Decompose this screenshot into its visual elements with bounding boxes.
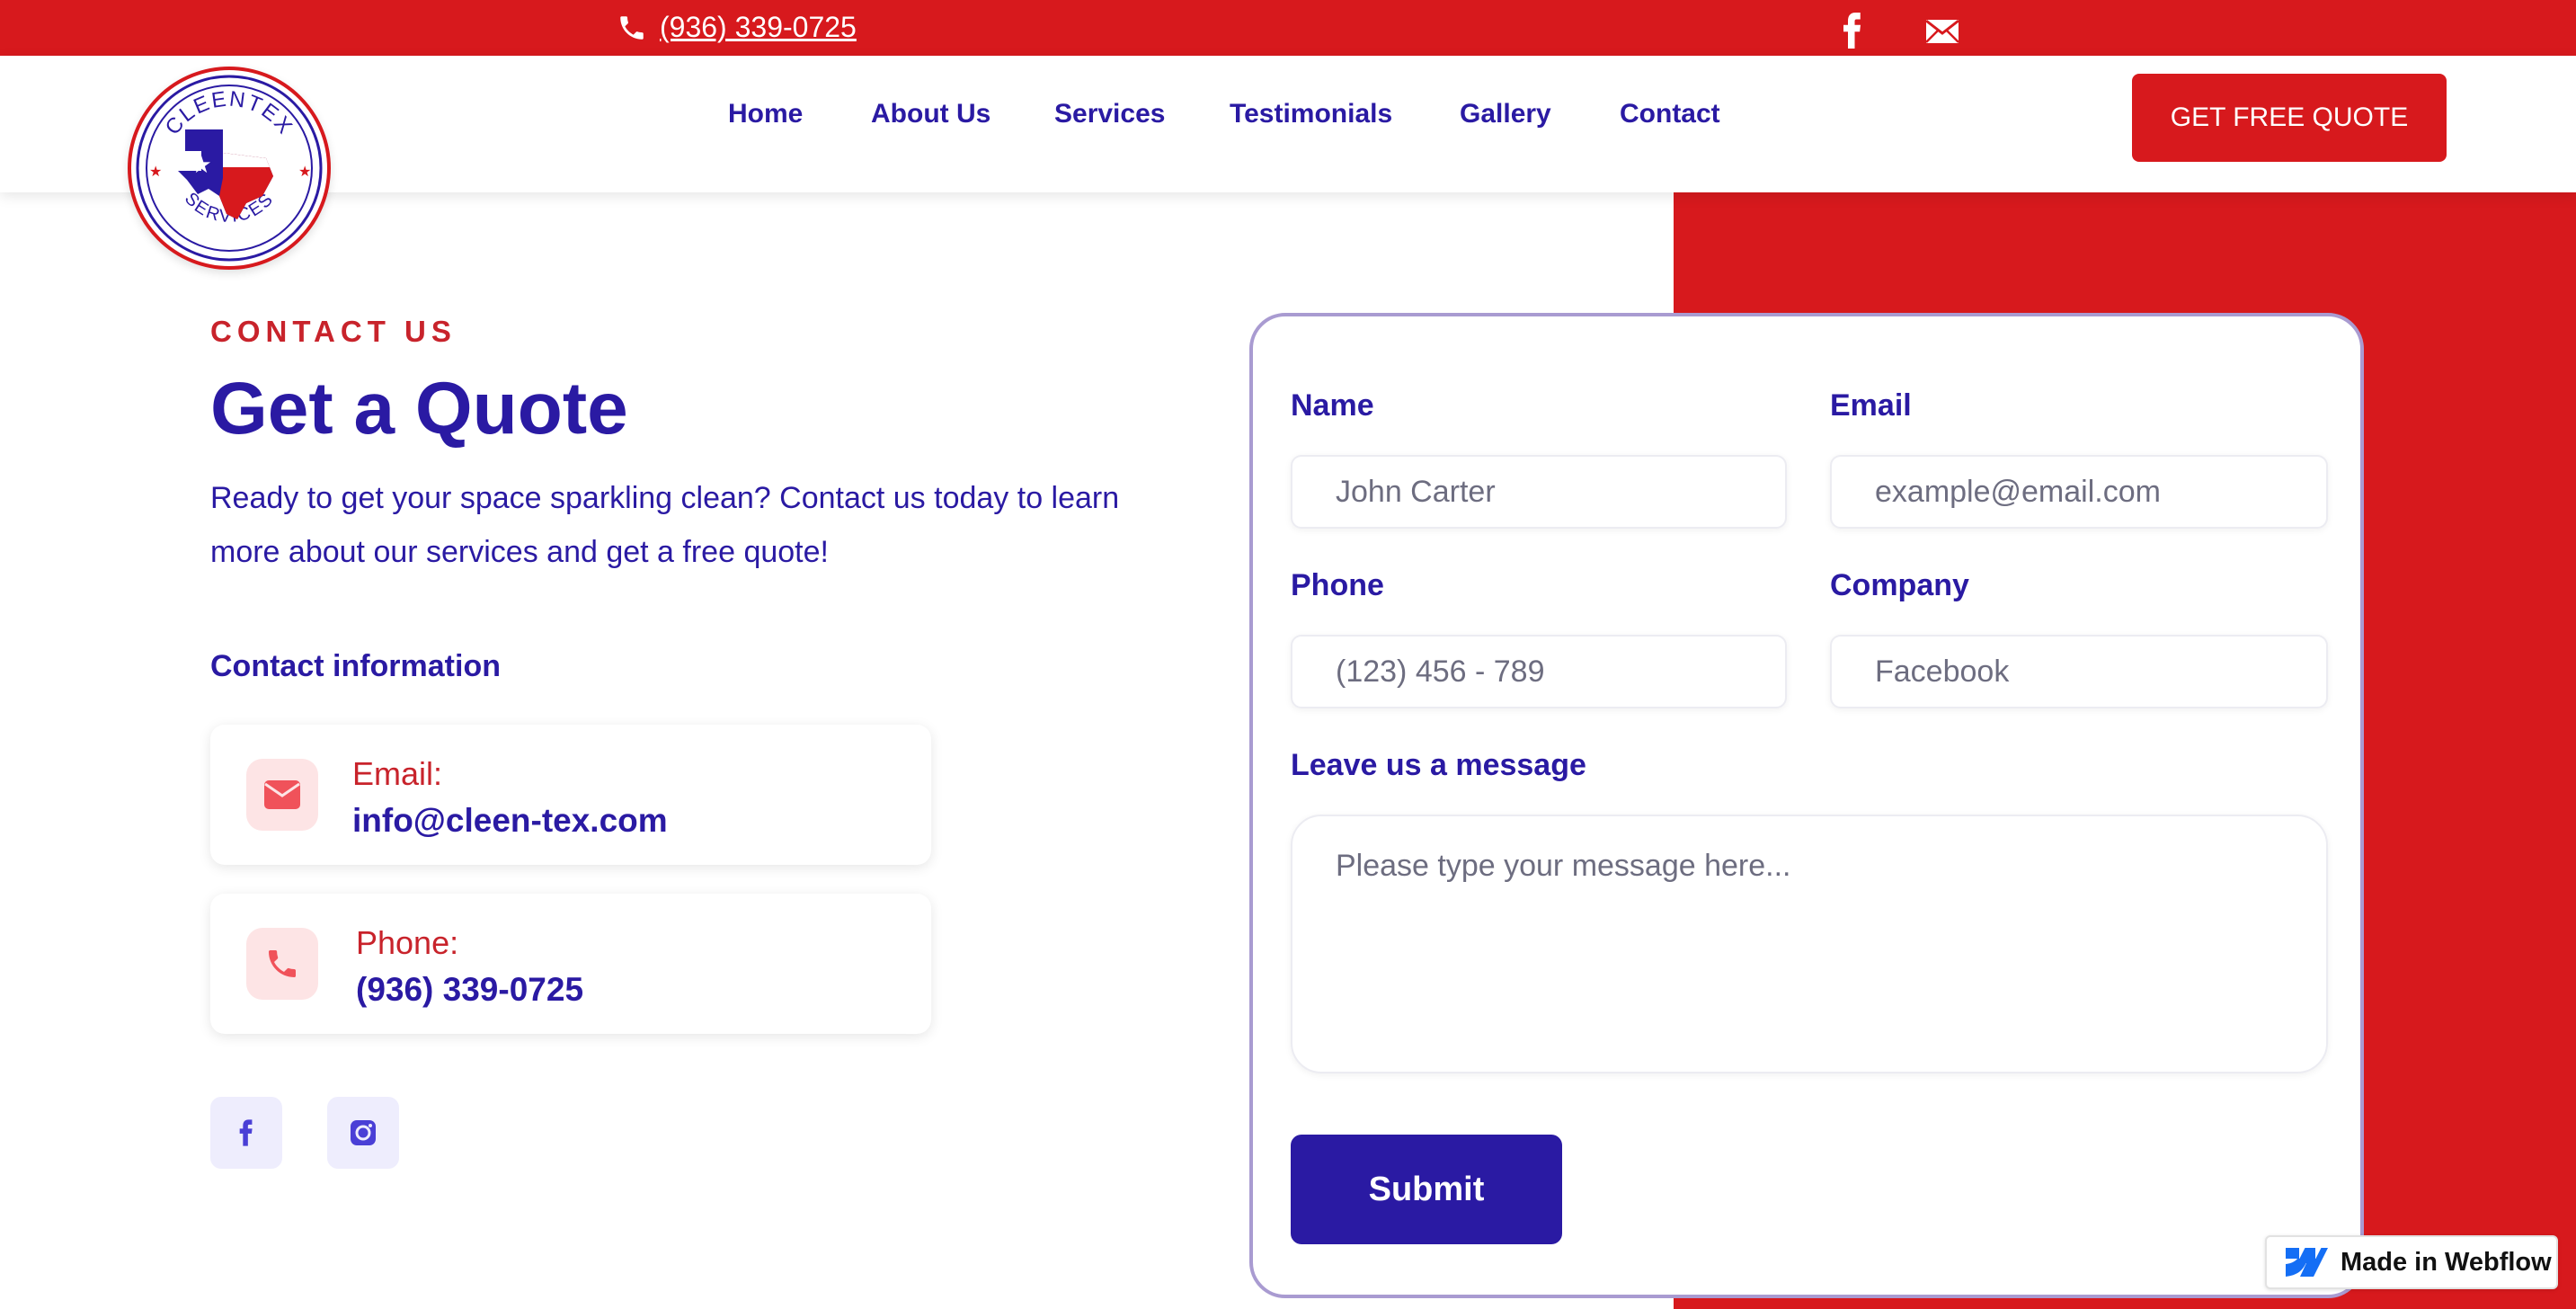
phone-label: Phone	[1291, 568, 1384, 602]
nav-about-us[interactable]: About Us	[871, 99, 990, 129]
facebook-icon	[239, 1119, 253, 1146]
top-phone-number: (936) 339-0725	[660, 11, 857, 43]
message-label: Leave us a message	[1291, 748, 1586, 782]
svg-text:★: ★	[149, 165, 162, 180]
nav-home[interactable]: Home	[728, 99, 803, 129]
email-icon-container	[246, 759, 318, 831]
email-label: Email:	[352, 755, 443, 792]
email-label: Email	[1830, 388, 1912, 423]
webflow-logo-icon	[2286, 1248, 2328, 1277]
phone-input[interactable]	[1291, 635, 1787, 708]
get-free-quote-button[interactable]: GET FREE QUOTE	[2132, 74, 2447, 162]
mail-icon[interactable]	[1925, 18, 1959, 45]
instagram-social-button[interactable]	[327, 1097, 399, 1169]
section-description: Ready to get your space sparkling clean?…	[210, 481, 1120, 569]
name-label: Name	[1291, 388, 1374, 423]
contact-info-heading: Contact information	[210, 649, 501, 683]
nav-services[interactable]: Services	[1054, 99, 1165, 129]
phone-icon-container	[246, 928, 318, 1000]
instagram-icon	[351, 1120, 376, 1145]
badge-label: Made in Webflow	[2341, 1247, 2552, 1277]
phone-icon	[269, 950, 296, 977]
phone-info-card[interactable]: Phone: (936) 339-0725	[210, 894, 931, 1034]
name-input[interactable]	[1291, 455, 1787, 529]
site-header: Home About Us Services Testimonials Gall…	[0, 56, 2576, 192]
cleentex-logo[interactable]: CLEENTEX SERVICES ★ ★ ★	[128, 67, 331, 270]
facebook-icon[interactable]	[1839, 13, 1866, 49]
svg-text:★: ★	[298, 165, 311, 180]
submit-button[interactable]: Submit	[1291, 1135, 1562, 1244]
phone-icon	[620, 15, 644, 40]
nav-contact[interactable]: Contact	[1620, 99, 1720, 129]
company-input[interactable]	[1830, 635, 2328, 708]
texas-seal-icon: CLEENTEX SERVICES ★ ★ ★	[136, 75, 323, 262]
page-title: Get a Quote	[210, 368, 628, 450]
nav-testimonials[interactable]: Testimonials	[1230, 99, 1392, 129]
nav-gallery[interactable]: Gallery	[1460, 99, 1551, 129]
phone-label: Phone:	[356, 924, 459, 961]
quote-form: Name Email Phone Company Leave us a mess…	[1249, 313, 2364, 1298]
phone-value[interactable]: (936) 339-0725	[356, 971, 583, 1009]
email-input[interactable]	[1830, 455, 2328, 529]
email-value[interactable]: info@cleen-tex.com	[352, 802, 668, 840]
message-textarea[interactable]	[1291, 815, 2328, 1073]
facebook-social-button[interactable]	[210, 1097, 282, 1169]
email-info-card[interactable]: Email: info@cleen-tex.com	[210, 725, 931, 865]
company-label: Company	[1830, 568, 1969, 602]
made-in-webflow-badge[interactable]: Made in Webflow	[2265, 1235, 2558, 1289]
top-phone-link[interactable]: (936) 339-0725	[617, 11, 857, 44]
top-bar: (936) 339-0725	[0, 0, 2576, 56]
section-eyebrow: CONTACT US	[210, 315, 457, 348]
svg-text:★: ★	[191, 151, 211, 178]
mail-icon	[264, 780, 300, 809]
